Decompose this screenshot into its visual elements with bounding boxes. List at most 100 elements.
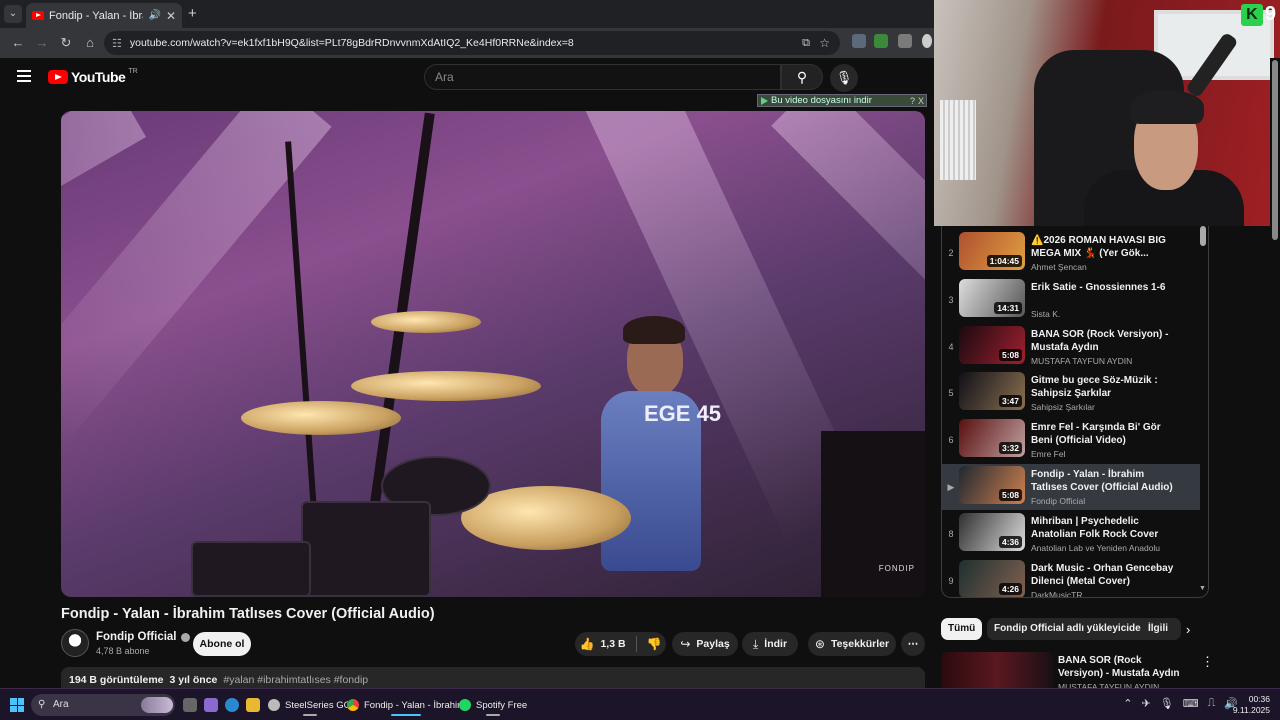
chip-related[interactable]: İlgili	[1141, 618, 1181, 640]
download-video-label: Bu video dosyasını indir	[771, 95, 872, 106]
new-tab-button[interactable]: +	[188, 5, 197, 22]
taskbar-app-steelseries[interactable]: SteelSeries GG	[264, 694, 355, 716]
tab-audio-icon[interactable]: 🔊	[148, 10, 160, 21]
video-duration: 4:26	[998, 582, 1022, 595]
playlist-thumbnail[interactable]: 14:31	[959, 278, 1025, 317]
playlist-thumbnail[interactable]: 1:04:45	[959, 232, 1025, 270]
search-button[interactable]: ⚲	[781, 64, 823, 90]
share-button[interactable]: ↪ Paylaş	[672, 632, 738, 656]
description-box[interactable]: 194 B görüntüleme 3 yıl önce #yalan #ibr…	[61, 667, 925, 689]
thanks-button[interactable]: ⊛ Teşekkürler	[808, 632, 896, 656]
hashtags[interactable]: #yalan #ibrahimtatlıses #fondip	[223, 674, 368, 689]
address-bar[interactable]: ☷ youtube.com/watch?v=ek1fxf1bH9Q&list=P…	[104, 31, 840, 55]
close-icon[interactable]: X	[918, 96, 924, 106]
voice-search-button[interactable]: 🎙	[830, 64, 858, 92]
microphone-icon[interactable]: 🎙	[1160, 697, 1174, 710]
playlist-thumbnail[interactable]: 4:36	[959, 512, 1025, 551]
playlist-item-title[interactable]: Mihriban | Psychedelic Anatolian Folk Ro…	[1031, 515, 1176, 541]
playlist-item-title[interactable]: Dark Music - Orhan Gencebay Dilenci (Met…	[1031, 562, 1176, 588]
taskbar-search-label: Ara	[53, 699, 69, 710]
chevron-right-icon[interactable]: ›	[1186, 622, 1190, 637]
shield-extension-icon[interactable]	[852, 34, 866, 48]
playlist-thumbnail[interactable]: 5:08	[959, 466, 1025, 504]
tray-app-icon[interactable]: ✈	[1142, 697, 1151, 710]
recommended-video[interactable]: BANA SOR (Rock Versiyon) - Mustafa Aydın…	[941, 652, 1261, 692]
tab-close-icon[interactable]: ✕	[166, 9, 176, 23]
playlist-item[interactable]: 4 5:08 BANA SOR (Rock Versiyon) - Mustafa …	[942, 324, 1200, 370]
scroll-down-icon[interactable]: ▼	[1199, 585, 1206, 592]
playlist-thumbnail[interactable]: 5:08	[959, 325, 1025, 364]
reload-button[interactable]: ↻	[54, 31, 78, 55]
network-icon[interactable]: ⎍	[1208, 697, 1216, 710]
playlist-item[interactable]: ▶ 5:08 Fondip - Yalan - İbrahim Tatlıses C…	[942, 464, 1200, 510]
downloader-extension-icon[interactable]	[874, 34, 888, 48]
chip-all[interactable]: Tümü	[941, 618, 983, 640]
playlist-item[interactable]: 6 3:32 Emre Fel - Karşında Bi' Gör Beni (O…	[942, 417, 1200, 463]
more-actions-button[interactable]: ⋯	[901, 632, 925, 656]
chip-from-uploader[interactable]: Fondip Official adlı yükleyiciden	[987, 618, 1154, 640]
playlist-item-title[interactable]: Fondip - Yalan - İbrahim Tatlıses Cover …	[1031, 468, 1176, 494]
playlist-thumbnail[interactable]: 3:32	[959, 419, 1025, 458]
keyboard-icon[interactable]: ⌨	[1183, 697, 1199, 710]
spotify-icon	[459, 699, 471, 711]
channel-name[interactable]: Fondip Official	[96, 631, 190, 643]
playlist-item-title[interactable]: Erik Satie - Gnossiennes 1-6	[1031, 281, 1176, 294]
playlist-thumbnail[interactable]: 3:47	[959, 372, 1025, 411]
playlist-item-channel: MUSTAFA TAYFUN AYDIN	[1031, 355, 1133, 366]
playlist-item[interactable]: 5 3:47 Gitme bu gece Söz-Müzik : Sahipsiz …	[942, 370, 1200, 416]
recommended-thumbnail[interactable]	[941, 652, 1053, 688]
widgets-icon[interactable]	[204, 698, 218, 712]
home-button[interactable]: ⌂	[78, 31, 102, 55]
playlist-scrollbar-thumb[interactable]	[1200, 226, 1206, 246]
playlist-scrollbar[interactable]: ▼	[1199, 226, 1206, 592]
view-count: 194 B görüntüleme	[69, 674, 164, 686]
subscribe-button[interactable]: Abone ol	[193, 632, 251, 656]
screen-extension-icon[interactable]	[898, 34, 912, 48]
tab-list-button[interactable]: ⌄	[4, 5, 22, 23]
back-button[interactable]: ←	[6, 31, 30, 55]
playlist-item[interactable]: 9 4:26 Dark Music - Orhan Gencebay Dilenci…	[942, 558, 1200, 597]
install-app-icon[interactable]: ⧉	[802, 37, 810, 50]
playlist-item-title[interactable]: BANA SOR (Rock Versiyon) - Mustafa Aydın	[1031, 328, 1176, 354]
like-count[interactable]: 1,3 B	[600, 638, 625, 650]
menu-icon[interactable]	[17, 70, 31, 82]
windows-start-icon[interactable]	[10, 698, 24, 712]
like-icon[interactable]: 👍	[579, 637, 594, 651]
taskbar-search[interactable]: ⚲ Ara	[31, 694, 175, 716]
playlist-item-title[interactable]: Gitme bu gece Söz-Müzik : Sahipsiz Şarkı…	[1031, 374, 1176, 400]
dislike-icon[interactable]: 👎	[647, 637, 662, 651]
recommended-title[interactable]: BANA SOR (Rock Versiyon) - Mustafa Aydın	[1058, 654, 1188, 680]
video-player[interactable]: EGE 45 FONDIP	[61, 111, 925, 597]
block-extension-icon[interactable]	[922, 34, 932, 48]
thanks-icon: ⊛	[814, 637, 825, 651]
playlist-item-title[interactable]: ⚠️2026 ROMAN HAVASI BIG MEGA MIX 💃 (Yer …	[1031, 234, 1176, 260]
taskbar-app-spotify[interactable]: Spotify Free	[455, 694, 531, 716]
page-scrollbar[interactable]	[1270, 58, 1280, 688]
playlist-thumbnail[interactable]: 4:26	[959, 559, 1025, 597]
youtube-play-icon	[48, 70, 68, 84]
edge-icon[interactable]	[225, 698, 239, 712]
show-hidden-icons-icon[interactable]: ⌃	[1123, 697, 1132, 710]
youtube-logo[interactable]: YouTube TR	[48, 68, 138, 85]
more-vert-icon[interactable]: ⋮	[1201, 654, 1214, 670]
forward-button[interactable]: →	[30, 31, 54, 55]
download-video-bar[interactable]: Bu video dosyasını indir ? X	[757, 94, 927, 107]
taskbar-clock[interactable]: 00:36 9.11.2025	[1233, 694, 1270, 716]
cymbal	[241, 401, 401, 435]
task-view-icon[interactable]	[183, 698, 197, 712]
file-explorer-icon[interactable]	[246, 698, 260, 712]
browser-tab[interactable]: Fondip - Yalan - İbrahim Tatl 🔊 ✕	[26, 3, 182, 28]
search-input[interactable]: Ara	[424, 64, 781, 90]
download-button[interactable]: ⤓ İndir	[742, 632, 798, 656]
site-info-icon[interactable]: ☷	[112, 37, 122, 50]
bookmark-star-icon[interactable]: ☆	[819, 36, 830, 50]
playlist-item[interactable]: 2 1:04:45 ⚠️2026 ROMAN HAVASI BIG MEGA MIX…	[942, 230, 1200, 276]
taskbar-app-chrome[interactable]: Fondip - Yalan - İbrahim	[343, 694, 469, 716]
playlist-item[interactable]: 3 14:31 Erik Satie - Gnossiennes 1-6 Sista …	[942, 277, 1200, 323]
tab-title: Fondip - Yalan - İbrahim Tatl	[49, 9, 143, 22]
scrollbar-thumb[interactable]	[1272, 60, 1278, 240]
playlist-item[interactable]: 8 4:36 Mihriban | Psychedelic Anatolian Fo…	[942, 511, 1200, 557]
channel-avatar[interactable]	[61, 629, 89, 657]
help-icon[interactable]: ?	[910, 96, 915, 106]
playlist-item-title[interactable]: Emre Fel - Karşında Bi' Gör Beni (Offici…	[1031, 421, 1176, 447]
